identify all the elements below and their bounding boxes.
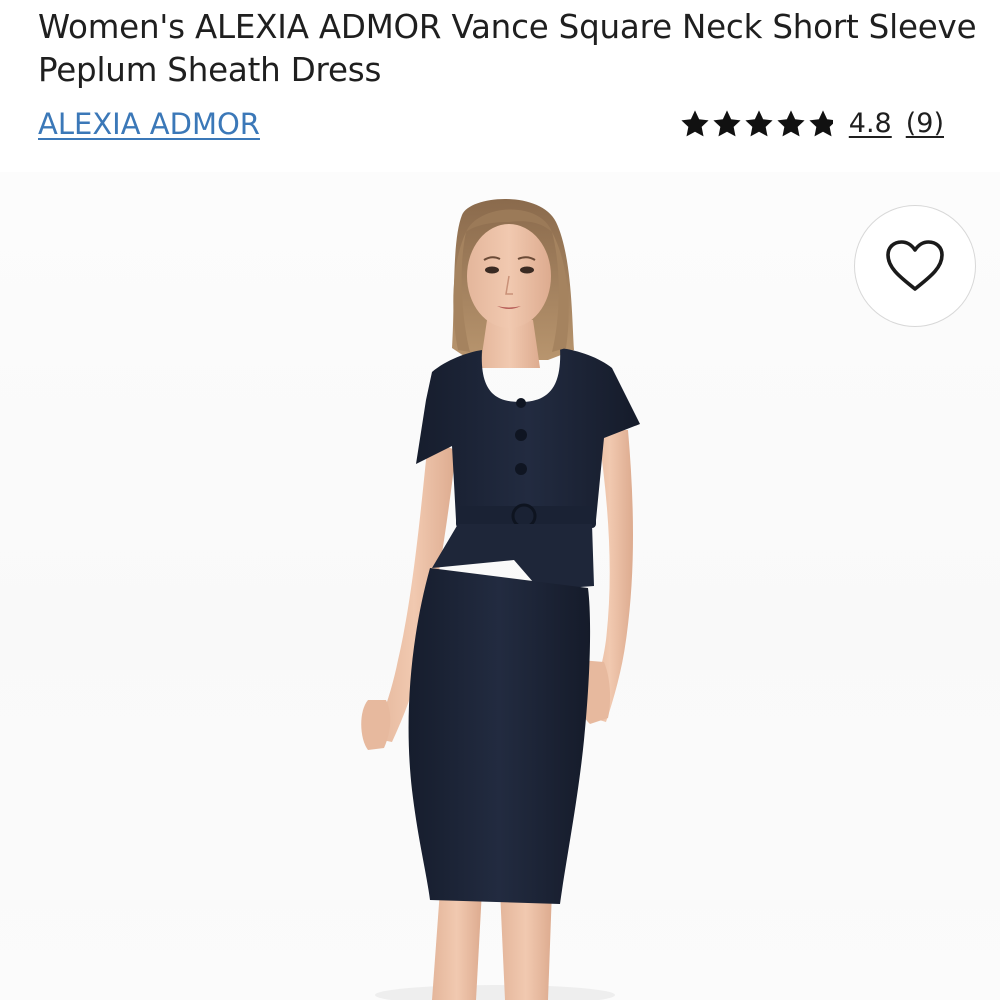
product-title: Women's ALEXIA ADMOR Vance Square Neck S… xyxy=(38,8,977,89)
review-count[interactable]: (9) xyxy=(906,104,944,144)
brand-link[interactable]: ALEXIA ADMOR xyxy=(38,104,260,144)
star-icon xyxy=(713,110,741,137)
rating-summary[interactable]: 4.8 (9) xyxy=(679,104,944,144)
star-icon xyxy=(809,110,837,137)
heart-outline-icon xyxy=(886,240,944,291)
product-image[interactable] xyxy=(0,172,1000,1000)
product-header: Women's ALEXIA ADMOR Vance Square Neck S… xyxy=(38,6,978,92)
rating-stars xyxy=(679,108,839,140)
star-icon xyxy=(745,110,773,137)
rating-value[interactable]: 4.8 xyxy=(849,104,892,144)
product-meta-row: ALEXIA ADMOR 4.8 (9) xyxy=(38,104,948,144)
star-icon xyxy=(681,110,709,137)
model-wearing-navy-dress-photo xyxy=(361,198,640,1000)
wishlist-button[interactable] xyxy=(854,205,976,327)
star-icon xyxy=(777,110,805,137)
